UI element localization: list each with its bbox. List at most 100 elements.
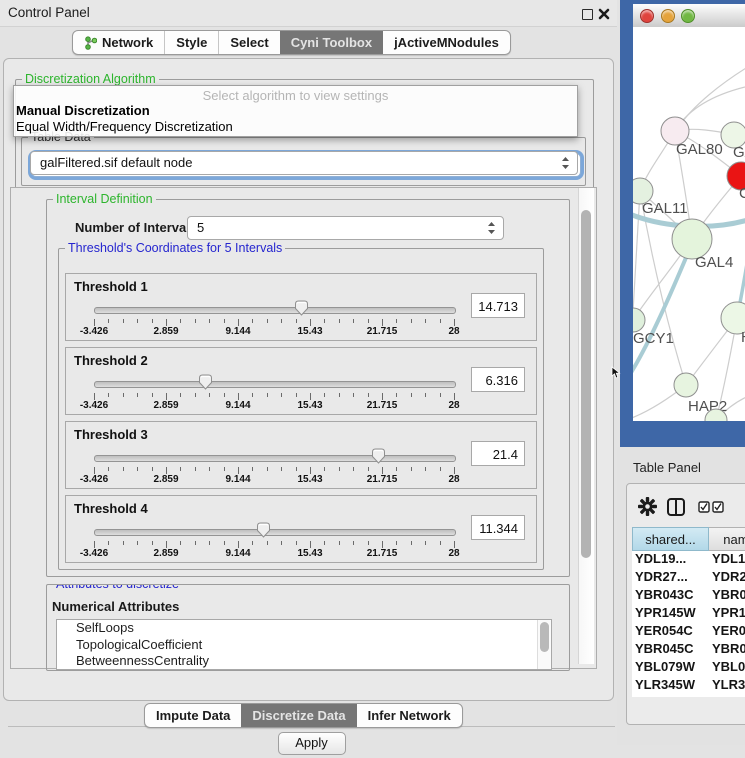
float-window-icon[interactable] <box>582 9 593 20</box>
cell-shared-name[interactable]: YIL052C <box>635 695 708 697</box>
attribute-item[interactable]: SelfLoops <box>57 620 551 637</box>
num-intervals-select[interactable]: 5 <box>187 216 504 240</box>
slider-thumb[interactable] <box>198 374 213 390</box>
slider-tick <box>224 393 225 397</box>
group-title: Attributes to discretize <box>53 584 182 591</box>
apply-button[interactable]: Apply <box>278 732 346 755</box>
zoom-traffic-light[interactable] <box>681 9 695 23</box>
threshold-value-field[interactable]: 6.316 <box>471 367 525 392</box>
slider-track[interactable] <box>94 455 456 462</box>
slider[interactable]: -3.4262.8599.14415.4321.71528 <box>94 348 454 414</box>
slider-track[interactable] <box>94 381 456 388</box>
threshold-value-field[interactable]: 14.713 <box>471 293 525 318</box>
network-view-window[interactable]: GAL80GACGAL11GAL4GCY1HHAP2 <box>620 0 745 447</box>
cell-name[interactable]: YBL0 <box>712 659 745 674</box>
cell-shared-name[interactable]: YBL079W <box>635 659 708 674</box>
table-row[interactable]: YLR345W YLR3 <box>632 677 745 695</box>
node-label: GAL80 <box>676 141 723 158</box>
cell-shared-name[interactable]: YLR345W <box>635 677 708 692</box>
network-node-gcy1[interactable] <box>633 308 645 332</box>
cell-shared-name[interactable]: YBR043C <box>635 587 708 602</box>
slider[interactable]: -3.4262.8599.14415.4321.71528 <box>94 274 454 340</box>
table-row[interactable]: YIL052C YIL0 <box>632 695 745 697</box>
attributes-list[interactable]: SelfLoopsTopologicalCoefficientBetweenne… <box>56 619 552 670</box>
column-header-shared-name[interactable]: shared... <box>632 527 709 551</box>
slider-tick <box>252 393 253 397</box>
slider-thumb[interactable] <box>256 522 271 538</box>
bottom-tab-infer-network[interactable]: Infer Network <box>357 704 462 727</box>
slider-track[interactable] <box>94 307 456 314</box>
tab-label: Cyni Toolbox <box>291 31 372 54</box>
popup-item[interactable]: Manual Discretization <box>16 103 150 118</box>
close-traffic-light[interactable] <box>640 9 654 23</box>
network-canvas[interactable]: GAL80GACGAL11GAL4GCY1HHAP2 <box>633 27 745 421</box>
tick-label: 28 <box>448 548 459 559</box>
table-data-select[interactable]: galFiltered.sif default node <box>30 151 578 175</box>
tab-style[interactable]: Style <box>164 31 218 54</box>
table-row[interactable]: YBL079W YBL0 <box>632 659 745 677</box>
slider-tick <box>267 319 268 323</box>
bottom-tab-impute-data[interactable]: Impute Data <box>145 704 241 727</box>
network-edge <box>633 191 640 312</box>
bottom-tab-discretize-data[interactable]: Discretize Data <box>241 704 356 727</box>
table-row[interactable]: YDR27... YDR2 <box>632 569 745 587</box>
slider-tick <box>296 467 297 471</box>
cell-name[interactable]: YDL1 <box>712 551 745 566</box>
tab-network[interactable]: Network <box>73 31 164 54</box>
cell-name[interactable]: YDR2 <box>712 569 745 584</box>
scrollbar-thumb[interactable] <box>581 210 591 558</box>
popup-placeholder[interactable]: Select algorithm to view settings <box>14 88 577 103</box>
slider-tick <box>252 319 253 323</box>
threshold-row: Threshold 1-3.4262.8599.14415.4321.71528… <box>65 273 537 341</box>
cell-name[interactable]: YER0 <box>712 623 745 638</box>
cell-name[interactable]: YBR0 <box>712 587 745 602</box>
slider-track[interactable] <box>94 529 456 536</box>
cell-shared-name[interactable]: YDL19... <box>635 551 708 566</box>
tab-select[interactable]: Select <box>218 31 279 54</box>
network-edge <box>677 65 745 129</box>
column-header-name[interactable]: name <box>709 527 745 551</box>
minimize-traffic-light[interactable] <box>661 9 675 23</box>
attribute-item[interactable]: BetweennessCentrality <box>57 653 551 670</box>
popup-item[interactable]: Equal Width/Frequency Discretization <box>16 119 233 134</box>
cell-shared-name[interactable]: YER054C <box>635 623 708 638</box>
cell-name[interactable]: YIL0 <box>712 695 745 697</box>
table-row[interactable]: YDL19... YDL1 <box>632 551 745 569</box>
attribute-item[interactable]: TopologicalCoefficient <box>57 637 551 654</box>
network-node-hap2[interactable] <box>674 373 698 397</box>
attributes-list-scrollbar[interactable] <box>537 620 551 669</box>
slider-tick <box>425 541 426 545</box>
threshold-value-field[interactable]: 11.344 <box>471 515 525 540</box>
cell-shared-name[interactable]: YPR145W <box>635 605 708 620</box>
table-row[interactable]: YER054C YER0 <box>632 623 745 641</box>
split-columns-icon[interactable] <box>666 497 686 517</box>
slider-tick <box>94 467 95 474</box>
node-label: GCY1 <box>633 330 674 347</box>
cell-name[interactable]: YLR3 <box>712 677 745 692</box>
network-node-gal4[interactable] <box>672 219 712 259</box>
slider-thumb[interactable] <box>294 300 309 316</box>
slider-tick <box>180 319 181 323</box>
table-row[interactable]: YBR043C YBR0 <box>632 587 745 605</box>
tab-jactivemnodules[interactable]: jActiveMNodules <box>383 31 510 54</box>
select-columns-icon[interactable] <box>698 501 724 513</box>
scrollbar-thumb[interactable] <box>540 622 549 652</box>
cell-name[interactable]: YPR1 <box>712 605 745 620</box>
close-icon[interactable] <box>598 8 610 20</box>
threshold-value-field[interactable]: 21.4 <box>471 441 525 466</box>
cell-shared-name[interactable]: YDR27... <box>635 569 708 584</box>
slider-thumb[interactable] <box>371 448 386 464</box>
cell-shared-name[interactable]: YBR045C <box>635 641 708 656</box>
table-row[interactable]: YBR045C YBR0 <box>632 641 745 659</box>
slider[interactable]: -3.4262.8599.14415.4321.71528 <box>94 422 454 488</box>
cell-name[interactable]: YBR0 <box>712 641 745 656</box>
network-window-titlebar[interactable] <box>633 4 745 28</box>
tab-cyni-toolbox[interactable]: Cyni Toolbox <box>280 31 383 54</box>
slider-tick <box>339 541 340 545</box>
slider[interactable]: -3.4262.8599.14415.4321.71528 <box>94 496 454 562</box>
slider-tick <box>252 541 253 545</box>
table-row[interactable]: YPR145W YPR1 <box>632 605 745 623</box>
panel-vertical-scrollbar[interactable] <box>578 188 594 664</box>
settings-gear-icon[interactable] <box>638 497 657 516</box>
slider-tick <box>310 319 311 326</box>
